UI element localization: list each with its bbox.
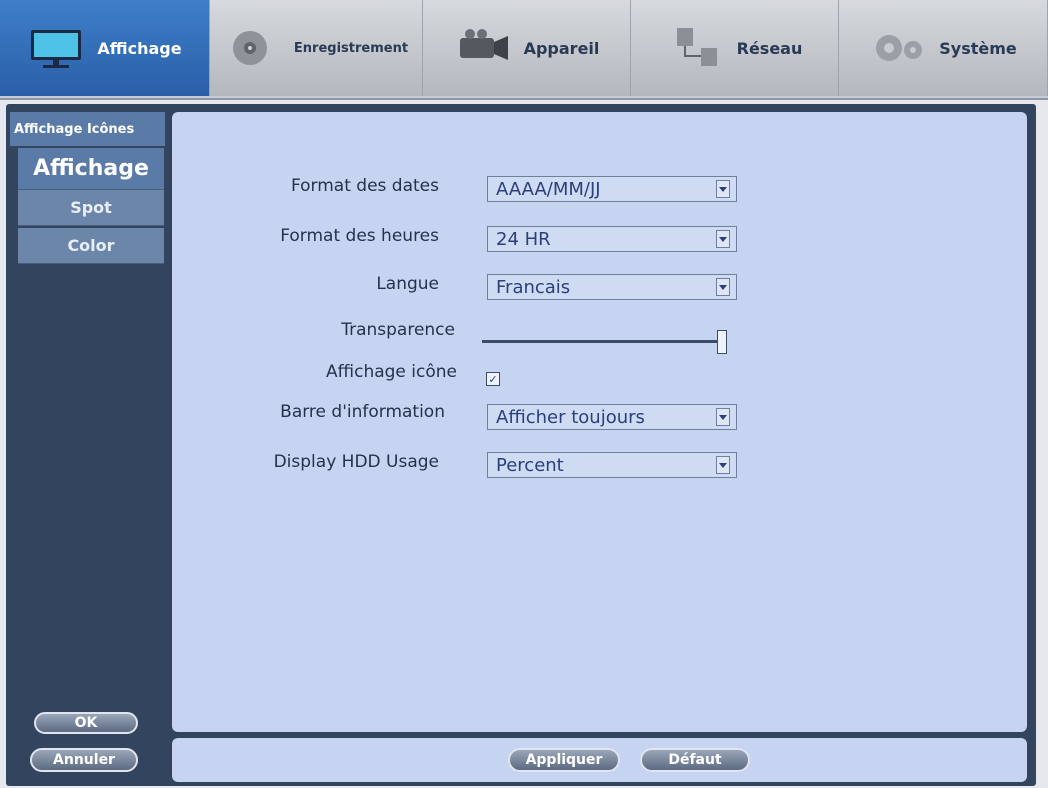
tab-affichage[interactable]: Affichage (0, 0, 210, 96)
tab-label: Système (939, 38, 1017, 58)
tab-label: Enregistrement (293, 40, 409, 56)
cancel-button[interactable]: Annuler (30, 748, 138, 772)
gears-icon (876, 35, 923, 61)
tab-label: Affichage (97, 38, 182, 58)
default-button[interactable]: Défaut (640, 748, 750, 772)
date-format-value: AAAA/MM/JJ (496, 178, 601, 200)
info-bar-label: Barre d'information (280, 402, 445, 422)
time-format-label: Format des heures (280, 226, 439, 246)
hdd-usage-label: Display HDD Usage (273, 452, 439, 472)
date-format-select[interactable]: AAAA/MM/JJ (487, 176, 737, 202)
settings-form: Format des dates AAAA/MM/JJ Format des h… (172, 112, 1027, 732)
sidebar-item-spot[interactable]: Spot (18, 190, 164, 226)
network-icon (676, 28, 717, 66)
hdd-usage-value: Percent (496, 454, 564, 476)
top-tab-bar: Affichage Enregistrement Appareil Réseau (0, 0, 1048, 100)
icon-display-label: Affichage icône (326, 362, 457, 382)
chevron-down-icon[interactable] (716, 408, 730, 426)
ok-button[interactable]: OK (34, 712, 138, 734)
sidebar: Affichage Icônes Affichage Spot Color (10, 112, 165, 784)
language-label: Langue (376, 274, 439, 294)
chevron-down-icon[interactable] (716, 278, 730, 296)
icon-display-checkbox[interactable]: ✓ (486, 372, 500, 386)
tab-appareil[interactable]: Appareil (423, 0, 631, 96)
transparency-slider-track[interactable] (482, 340, 727, 343)
sidebar-header: Affichage Icônes (10, 112, 165, 146)
tab-enregistrement[interactable]: Enregistrement (210, 0, 423, 96)
camera-icon (459, 29, 508, 60)
language-value: Francais (496, 276, 571, 298)
info-bar-value: Afficher toujours (496, 406, 645, 428)
sidebar-item-affichage[interactable]: Affichage (18, 148, 164, 190)
transparency-slider-thumb[interactable] (717, 330, 727, 354)
language-select[interactable]: Francais (487, 274, 737, 300)
hdd-usage-select[interactable]: Percent (487, 452, 737, 478)
chevron-down-icon[interactable] (716, 456, 730, 474)
apply-button[interactable]: Appliquer (508, 748, 620, 772)
tab-label: Appareil (523, 38, 600, 58)
time-format-value: 24 HR (496, 228, 551, 250)
tab-label: Réseau (736, 38, 803, 58)
tab-systeme[interactable]: Système (839, 0, 1048, 96)
chevron-down-icon[interactable] (716, 180, 730, 198)
date-format-label: Format des dates (290, 176, 439, 196)
chevron-down-icon[interactable] (716, 230, 730, 248)
monitor-icon (31, 30, 82, 68)
tab-reseau[interactable]: Réseau (631, 0, 839, 96)
transparency-label: Transparence (341, 320, 455, 340)
info-bar-select[interactable]: Afficher toujours (487, 404, 737, 430)
sidebar-item-color[interactable]: Color (18, 228, 164, 264)
footer-bar: Appliquer Défaut (172, 738, 1027, 782)
record-disk-icon (232, 31, 267, 65)
time-format-select[interactable]: 24 HR (487, 226, 737, 252)
